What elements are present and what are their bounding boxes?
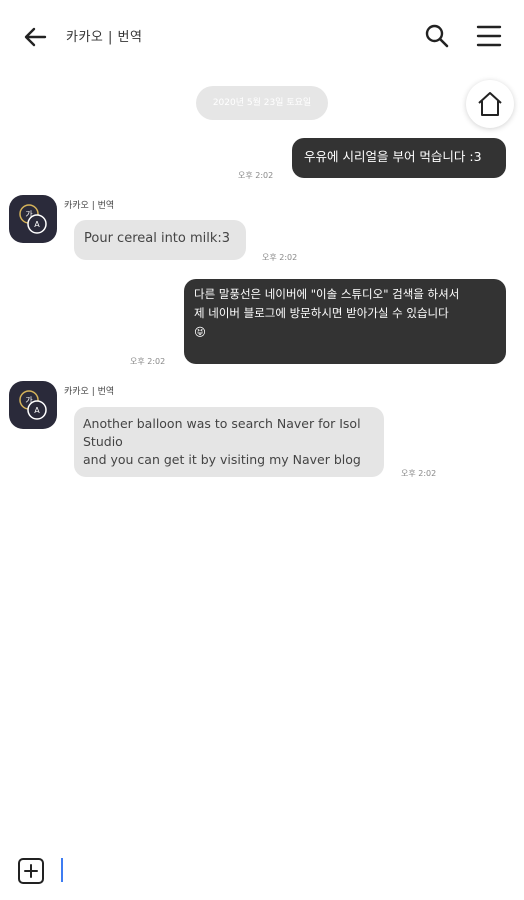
incoming-message[interactable]: Another balloon was to search Naver for … bbox=[74, 407, 384, 477]
avatar[interactable]: 가 A bbox=[9, 381, 57, 429]
add-attachment-button[interactable] bbox=[17, 857, 45, 885]
search-icon[interactable] bbox=[423, 22, 451, 50]
home-button[interactable] bbox=[466, 80, 514, 128]
incoming-message[interactable]: Pour cereal into milk:3 bbox=[74, 220, 246, 260]
top-bar: 카카오 | 번역 bbox=[0, 0, 524, 72]
chat-title: 카카오 | 번역 bbox=[66, 30, 143, 45]
outgoing-message[interactable]: 우유에 시리얼을 부어 먹습니다 :3 bbox=[292, 138, 506, 178]
message-time: 오후 2:02 bbox=[401, 469, 437, 478]
avatar[interactable]: 가 A bbox=[9, 195, 57, 243]
back-arrow-icon[interactable] bbox=[20, 22, 50, 52]
date-divider: 2020년 5월 23일 토요일 bbox=[196, 86, 328, 120]
message-input-cursor[interactable] bbox=[61, 858, 63, 882]
svg-text:A: A bbox=[34, 220, 40, 229]
translate-logo-icon: 가 A bbox=[19, 204, 47, 234]
message-time: 오후 2:02 bbox=[262, 253, 298, 262]
sender-name: 카카오 | 번역 bbox=[64, 387, 115, 397]
sender-name: 카카오 | 번역 bbox=[64, 201, 115, 211]
translate-logo-icon: 가 A bbox=[19, 390, 47, 420]
home-icon bbox=[478, 92, 502, 116]
outgoing-message[interactable]: 다른 말풍선은 네이버에 "이솔 스튜디오" 검색을 하셔서 제 네이버 블로그… bbox=[184, 279, 506, 364]
hamburger-menu-icon[interactable] bbox=[474, 22, 504, 50]
message-time: 오후 2:02 bbox=[130, 357, 166, 366]
message-time: 오후 2:02 bbox=[238, 171, 274, 180]
svg-text:A: A bbox=[34, 406, 40, 415]
plus-square-icon bbox=[18, 858, 44, 884]
